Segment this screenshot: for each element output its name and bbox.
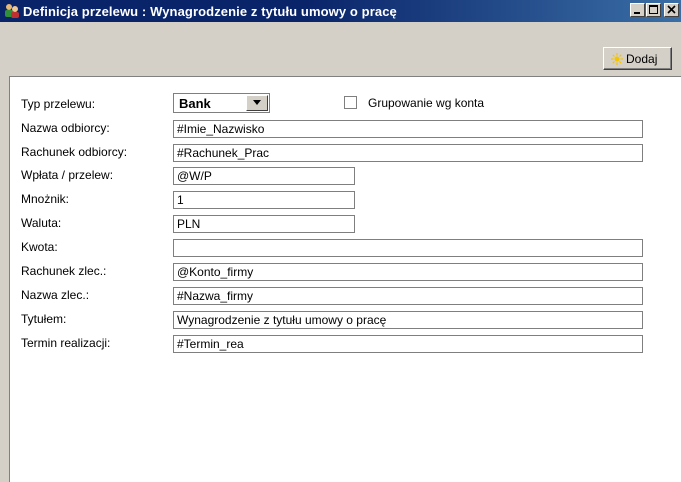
people-icon	[4, 3, 20, 19]
add-button[interactable]: Dodaj	[603, 47, 672, 70]
transfer-type-select[interactable]: Bank	[173, 93, 270, 113]
recipient-name-label: Nazwa odbiorcy:	[21, 121, 110, 135]
window-title: Definicja przelewu : Wynagrodzenie z tyt…	[23, 4, 397, 19]
currency-field[interactable]: PLN	[173, 215, 355, 233]
recipient-account-field[interactable]: #Rachunek_Prac	[173, 144, 643, 162]
transfer-type-label: Typ przelewu:	[21, 97, 96, 111]
amount-label: Kwota:	[21, 240, 58, 254]
minimize-button[interactable]	[630, 3, 645, 17]
add-button-label: Dodaj	[626, 52, 658, 66]
payment-transfer-field[interactable]: @W/P	[173, 167, 355, 185]
sun-icon	[611, 53, 623, 65]
group-by-account-label: Grupowanie wg konta	[368, 96, 485, 110]
amount-field[interactable]	[173, 239, 643, 257]
multiplier-label: Mnożnik:	[21, 192, 70, 206]
transfer-title-label: Tytułem:	[21, 312, 67, 326]
multiplier-field[interactable]: 1	[173, 191, 355, 209]
sender-account-label: Rachunek zlec.:	[21, 264, 107, 278]
sender-account-field[interactable]: @Konto_firmy	[173, 263, 643, 281]
transfer-type-value: Bank	[179, 96, 211, 111]
execution-date-field[interactable]: #Termin_rea	[173, 335, 643, 353]
close-button[interactable]	[664, 3, 679, 17]
sender-name-label: Nazwa zlec.:	[21, 288, 90, 302]
currency-label: Waluta:	[21, 216, 62, 230]
recipient-account-label: Rachunek odbiorcy:	[21, 145, 128, 159]
transfer-type-dropdown-button[interactable]	[246, 95, 268, 111]
transfer-title-field[interactable]: Wynagrodzenie z tytułu umowy o pracę	[173, 311, 643, 329]
title-bar[interactable]: Definicja przelewu : Wynagrodzenie z tyt…	[0, 0, 681, 22]
payment-transfer-label: Wpłata / przelew:	[21, 168, 114, 182]
recipient-name-field[interactable]: #Imie_Nazwisko	[173, 120, 643, 138]
maximize-button[interactable]	[646, 3, 661, 17]
dialog-window: Definicja przelewu : Wynagrodzenie z tyt…	[0, 0, 681, 482]
toolbar	[0, 22, 681, 72]
sender-name-field[interactable]: #Nazwa_firmy	[173, 287, 643, 305]
group-by-account-checkbox[interactable]	[344, 96, 357, 109]
execution-date-label: Termin realizacji:	[21, 336, 111, 350]
